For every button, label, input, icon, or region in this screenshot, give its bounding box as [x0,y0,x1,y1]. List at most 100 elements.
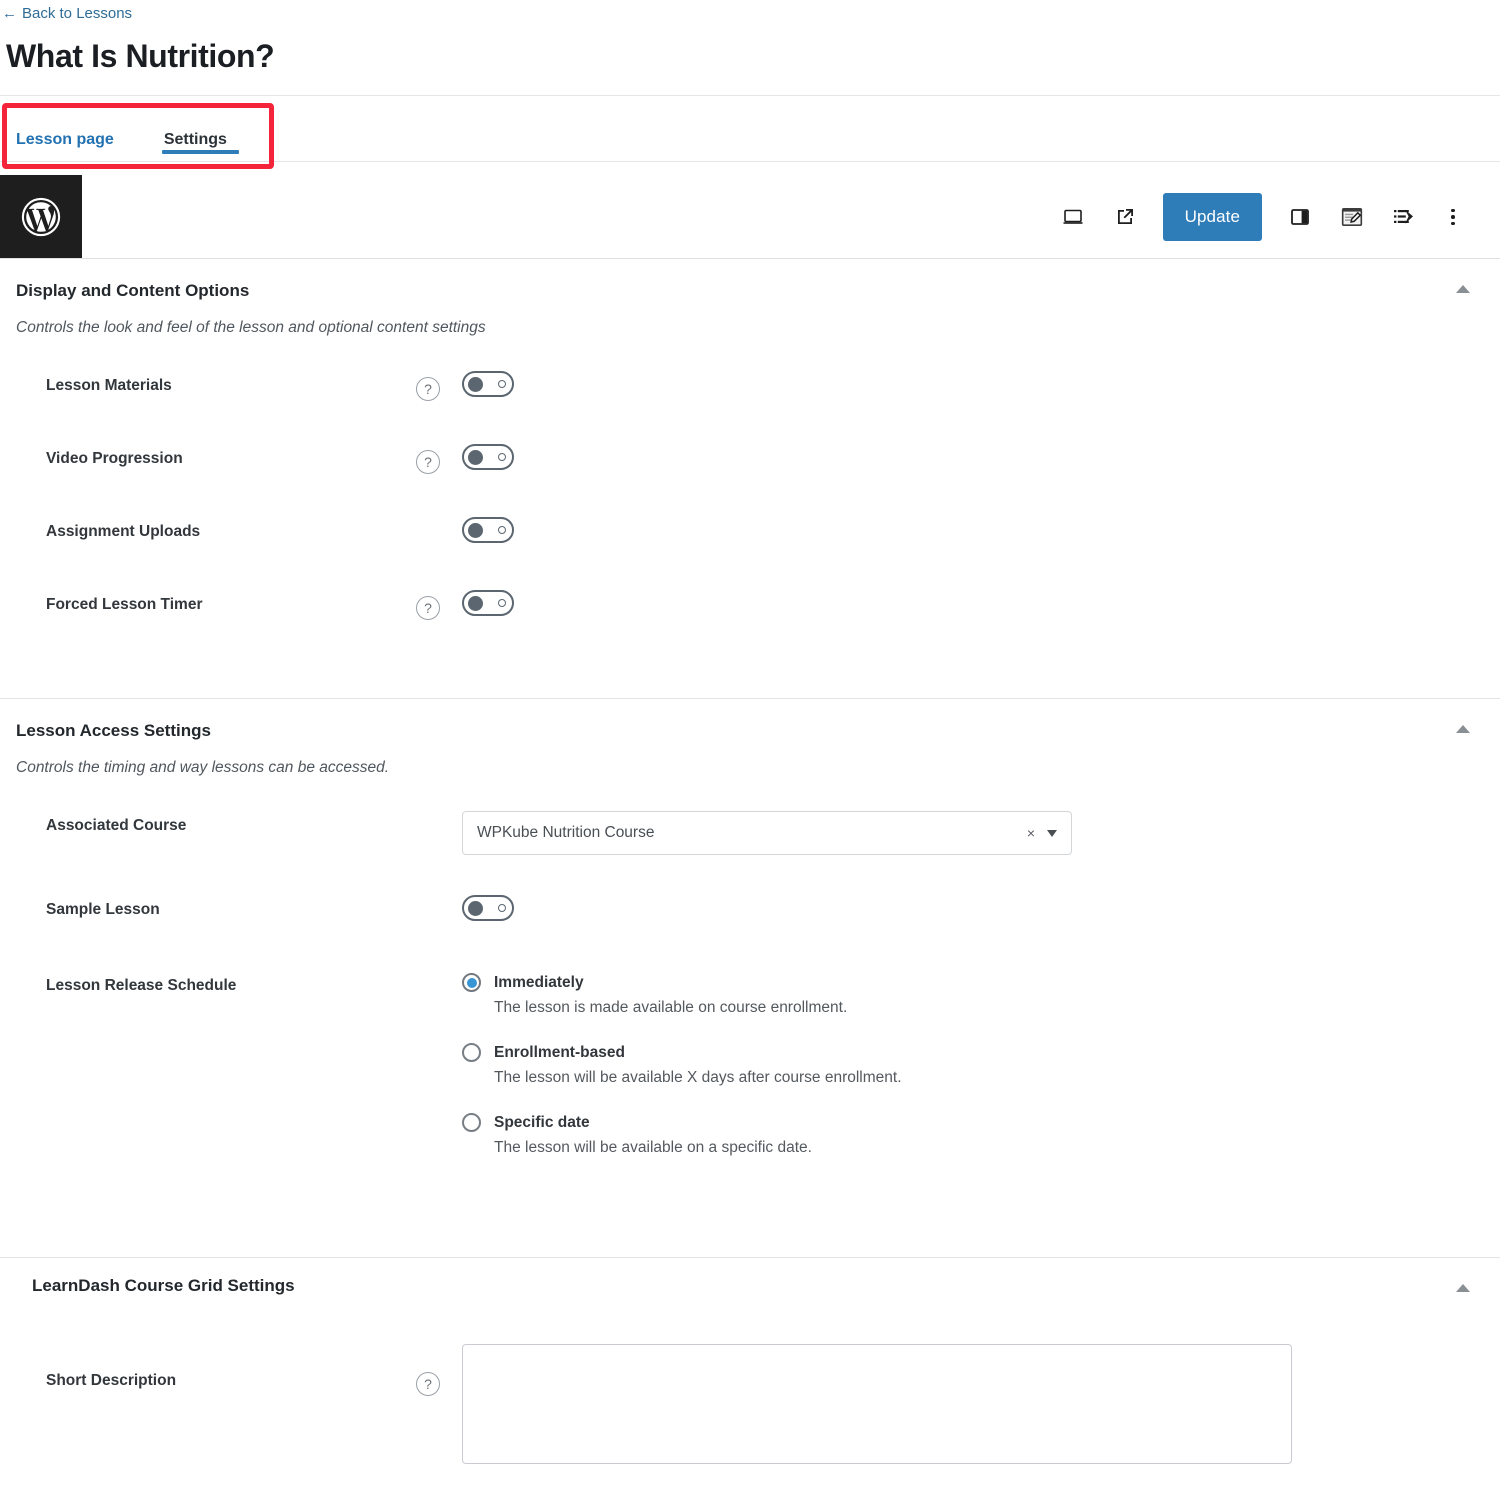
radio-description: The lesson is made available on course e… [494,999,848,1016]
list-view-icon[interactable] [1380,193,1428,241]
row-label: Video Progression [46,450,183,467]
toggle-sample-lesson[interactable] [462,895,514,921]
update-button[interactable]: Update [1162,193,1262,241]
chevron-down-icon[interactable] [1047,829,1057,837]
help-icon[interactable]: ? [416,377,440,401]
radio-label: Immediately [494,973,584,991]
row-control [462,895,1500,921]
caret-up-icon[interactable] [1452,721,1474,737]
panel-learndash-course-grid-settings: LearnDash Course Grid Settings Short Des… [0,1258,1500,1502]
view-external-link-icon[interactable] [1101,193,1149,241]
row-label: Assignment Uploads [46,523,201,540]
row-help-slot: ? [416,590,462,620]
tab-settings[interactable]: Settings [148,96,251,162]
radio-label: Specific date [494,1113,590,1131]
help-placeholder [416,523,440,547]
radio-option-specific-date[interactable]: Specific date The lesson will be availab… [462,1113,1500,1157]
panel-header: Display and Content Options Controls the… [0,259,1500,337]
settings-sidebar-icon[interactable] [1276,193,1324,241]
more-options-icon[interactable] [1432,193,1474,241]
row-help-slot [416,811,462,841]
row-control [462,1344,1500,1469]
caret-up-icon[interactable] [1452,281,1474,297]
toggle-knob [468,595,483,611]
tabbar-divider [0,161,1500,162]
tab-lesson-page[interactable]: Lesson page [0,96,148,162]
panel-display-and-content-options: Display and Content Options Controls the… [0,259,1500,663]
radio-button[interactable] [462,973,481,992]
toggle-off-dot [498,453,506,461]
editor-toolbar: Update [0,175,1500,259]
help-placeholder [416,977,440,1001]
panel-title: Lesson Access Settings [16,721,211,740]
page-title: What Is Nutrition? [6,38,275,74]
row-lesson-release-schedule: Lesson Release Schedule Immediately The … [0,971,1500,1183]
desktop-preview-icon[interactable] [1049,193,1097,241]
panel-header: LearnDash Course Grid Settings [0,1258,1500,1296]
row-label: Lesson Release Schedule [46,977,237,994]
toggle-knob [468,449,483,465]
toolbar-actions: Update [1049,193,1500,241]
back-to-lessons-link[interactable]: ← Back to Lessons [2,5,132,22]
row-associated-course: Associated Course WPKube Nutrition Cours… [0,811,1500,855]
toggle-forced-lesson-timer[interactable] [462,590,514,616]
caret-up-shape [1456,725,1470,733]
tab-bar: Lesson page Settings [0,96,1500,162]
caret-up-shape [1456,285,1470,293]
radio-description: The lesson will be available on a specif… [494,1139,812,1156]
row-control: WPKube Nutrition Course × [462,811,1500,855]
row-help-slot [416,517,462,547]
row-control [462,444,1500,470]
panel-header: Lesson Access Settings Controls the timi… [0,699,1500,777]
row-label: Short Description [46,1372,177,1389]
row-label: Lesson Materials [46,377,172,394]
panel-title: LearnDash Course Grid Settings [32,1276,295,1295]
associated-course-value: WPKube Nutrition Course [477,824,655,841]
radio-description: The lesson will be available X days afte… [494,1069,902,1086]
row-help-slot [416,971,462,1001]
radio-option-enrollment-based[interactable]: Enrollment-based The lesson will be avai… [462,1043,1500,1087]
caret-up-icon[interactable] [1452,1280,1474,1296]
row-control [462,590,1500,616]
toggle-knob [468,522,483,538]
help-icon[interactable]: ? [416,450,440,474]
help-placeholder [416,817,440,841]
row-help-slot: ? [416,1344,462,1396]
toggle-knob [468,900,483,916]
lesson-release-schedule-radio-group: Immediately The lesson is made available… [462,971,1500,1183]
toggle-assignment-uploads[interactable] [462,517,514,543]
back-arrow-icon: ← [2,4,17,22]
row-lesson-materials: Lesson Materials ? [0,371,1500,411]
associated-course-select[interactable]: WPKube Nutrition Course × [462,811,1072,855]
radio-line: Enrollment-based [462,1043,1500,1062]
edit-post-icon[interactable] [1328,193,1376,241]
help-icon[interactable]: ? [416,596,440,620]
toggle-video-progression[interactable] [462,444,514,470]
panel-description: Controls the look and feel of the lesson… [16,319,486,336]
more-options-dots [1451,208,1455,226]
row-video-progression: Video Progression ? [0,444,1500,484]
wordpress-icon[interactable] [0,175,82,259]
radio-line: Immediately [462,973,1500,992]
toggle-off-dot [498,904,506,912]
row-label: Forced Lesson Timer [46,596,203,613]
toggle-lesson-materials[interactable] [462,371,514,397]
row-label: Associated Course [46,817,187,834]
radio-option-immediately[interactable]: Immediately The lesson is made available… [462,973,1500,1017]
radio-line: Specific date [462,1113,1500,1132]
radio-button[interactable] [462,1113,481,1132]
settings-rows: Short Description ? [0,1296,1500,1469]
panel-lesson-access-settings: Lesson Access Settings Controls the timi… [0,699,1500,1216]
panel-description: Controls the timing and way lessons can … [16,759,390,776]
short-description-input[interactable] [462,1344,1292,1464]
row-control [462,371,1500,397]
row-short-description: Short Description ? [0,1344,1500,1469]
row-sample-lesson: Sample Lesson [0,895,1500,935]
clear-icon[interactable]: × [1027,825,1035,841]
settings-rows: Associated Course WPKube Nutrition Cours… [0,777,1500,1183]
help-icon[interactable]: ? [416,1372,440,1396]
toggle-off-dot [498,380,506,388]
row-forced-lesson-timer: Forced Lesson Timer ? [0,590,1500,630]
radio-button[interactable] [462,1043,481,1062]
row-help-slot: ? [416,444,462,474]
